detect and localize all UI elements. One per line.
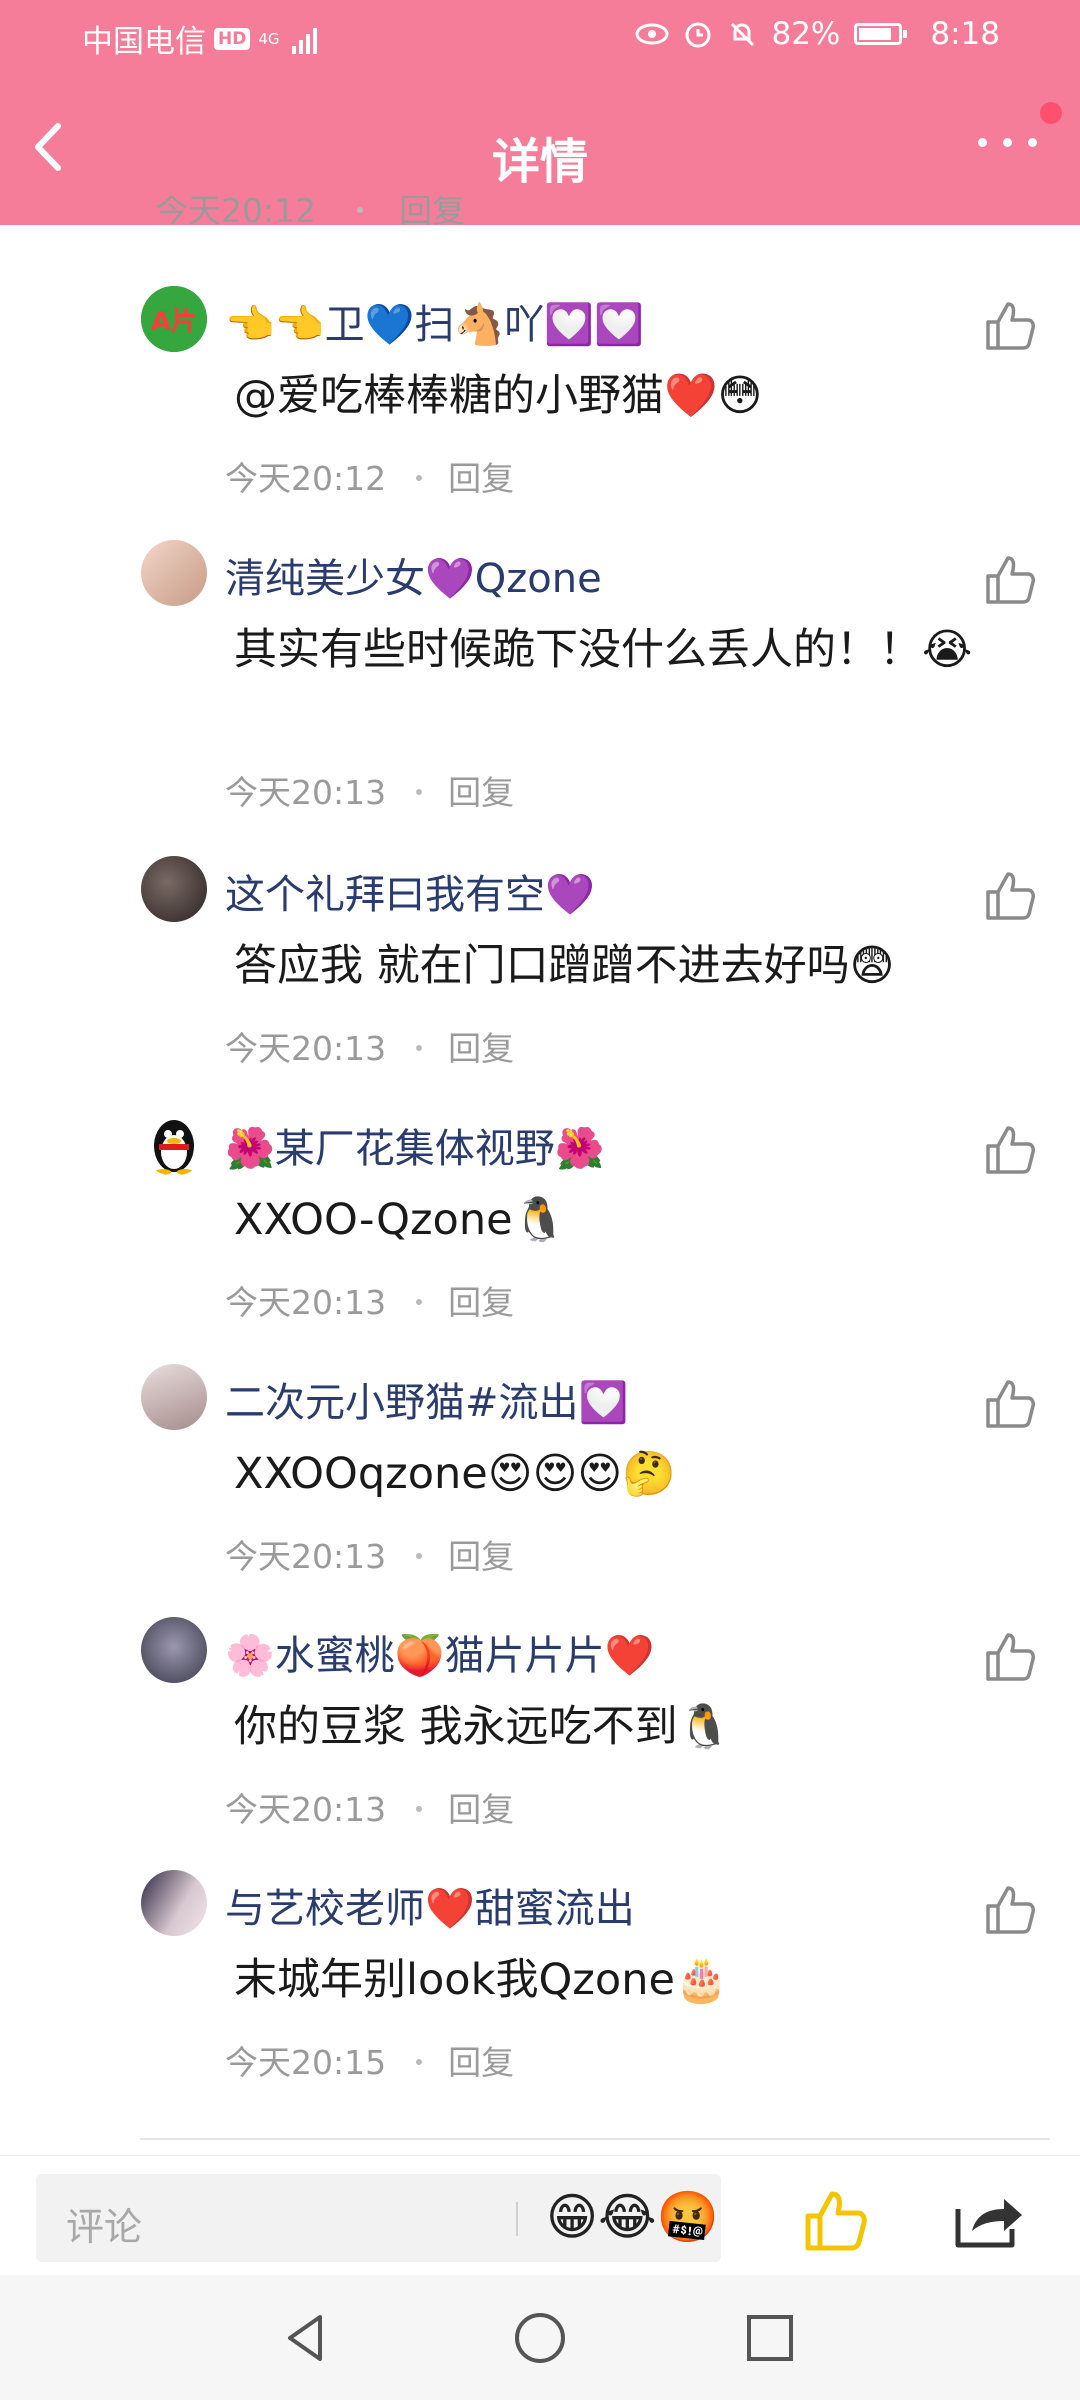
comment-author[interactable]: 与艺校老师❤️甜蜜流出 xyxy=(225,1876,635,1934)
comment-meta: 今天20:13 回复 xyxy=(225,1022,514,1070)
comment-author[interactable]: 这个礼拜曰我有空💜 xyxy=(225,862,595,920)
comment-time: 今天20:13 xyxy=(225,773,387,812)
thumbs-up-icon[interactable] xyxy=(800,2186,870,2256)
comment-meta: 今天20:12 回复 xyxy=(225,452,514,500)
comment-bar: 评论 😁😂🤬 xyxy=(0,2155,1080,2276)
separator-dot xyxy=(356,206,363,213)
comment-text: @爱吃棒棒糖的小野猫❤️😳 xyxy=(234,371,763,421)
share-icon[interactable] xyxy=(950,2191,1025,2251)
network-label: 4G xyxy=(258,29,280,48)
separator-dot xyxy=(416,1044,423,1051)
status-bar: 中国电信 HD 4G 82% 8:18 xyxy=(0,0,1080,72)
more-dot xyxy=(1028,138,1037,147)
divider xyxy=(140,2138,1050,2140)
status-left: 中国电信 HD 4G xyxy=(82,16,317,61)
comment-time: 今天20:12 xyxy=(155,196,317,225)
reply-link[interactable]: 回复 xyxy=(399,196,465,225)
alarm-icon xyxy=(685,22,711,48)
comment-input[interactable]: 评论 😁😂🤬 xyxy=(36,2174,721,2262)
triangle-back-icon[interactable] xyxy=(272,2303,342,2373)
avatar[interactable] xyxy=(141,1870,207,1936)
square-recents-icon[interactable] xyxy=(735,2303,805,2373)
comment-time: 今天20:13 xyxy=(225,1283,387,1322)
comment-text: XXOO-Qzone🐧 xyxy=(234,1195,567,1245)
comment-author[interactable]: 👈👈卫💙扫🐴吖💟💟 xyxy=(225,292,644,350)
comment-text: XXOOqzone😍😍😍🤔 xyxy=(234,1449,676,1499)
comment-author[interactable]: 二次元小野猫#流出💟 xyxy=(225,1370,628,1428)
thumbs-up-icon[interactable] xyxy=(980,866,1040,926)
reply-link[interactable]: 回复 xyxy=(448,1790,514,1829)
signal-icon xyxy=(291,24,317,54)
comment-time: 今天20:13 xyxy=(225,1029,387,1068)
reply-link[interactable]: 回复 xyxy=(448,2043,514,2082)
reply-link[interactable]: 回复 xyxy=(448,773,514,812)
comment-meta: 今天20:13 回复 xyxy=(225,1530,514,1578)
comment-time: 今天20:13 xyxy=(225,1790,387,1829)
emoji-button[interactable]: 😁😂🤬 xyxy=(546,2188,719,2247)
avatar[interactable] xyxy=(141,1364,207,1430)
thumbs-up-icon[interactable] xyxy=(980,550,1040,610)
comment-placeholder: 评论 xyxy=(66,2205,143,2249)
comment-time: 今天20:12 xyxy=(225,459,387,498)
reply-link[interactable]: 回复 xyxy=(448,1029,514,1068)
comment-meta: 今天20:15 回复 xyxy=(225,2036,514,2084)
penguin-icon xyxy=(154,1120,194,1175)
avatar[interactable]: A片 xyxy=(141,286,207,352)
previous-comment-meta: 今天20:12 回复 xyxy=(155,196,465,225)
separator-dot xyxy=(416,1552,423,1559)
thumbs-up-icon[interactable] xyxy=(980,296,1040,356)
input-separator xyxy=(516,2202,518,2236)
notification-dot xyxy=(1040,102,1062,124)
comment-author[interactable]: 🌺某厂花集体视野🌺 xyxy=(225,1116,605,1174)
reply-link[interactable]: 回复 xyxy=(448,1537,514,1576)
comment-meta: 今天20:13 回复 xyxy=(225,1276,514,1324)
mute-bell-icon xyxy=(731,22,755,47)
page-title: 详情 xyxy=(491,134,588,190)
separator-dot xyxy=(416,2058,423,2065)
system-nav-bar xyxy=(0,2275,1080,2400)
status-right: 82% 8:18 xyxy=(635,16,1000,52)
comment-text: 末城年别look我Qzone🎂 xyxy=(234,1955,729,2005)
reply-link[interactable]: 回复 xyxy=(448,1283,514,1322)
avatar[interactable] xyxy=(141,1110,207,1176)
battery-icon xyxy=(854,23,908,45)
comment-meta: 今天20:13 回复 xyxy=(225,766,514,814)
top-bar: 中国电信 HD 4G 82% 8:18 详情 xyxy=(0,0,1080,225)
more-dots-icon xyxy=(978,138,987,147)
thumbs-up-icon[interactable] xyxy=(980,1627,1040,1687)
thumbs-up-icon[interactable] xyxy=(980,1374,1040,1434)
hd-badge: HD xyxy=(214,27,251,50)
battery-percent: 82% xyxy=(771,16,841,52)
reply-link[interactable]: 回复 xyxy=(448,459,514,498)
comment-author[interactable]: 🌸水蜜桃🍑猫片片片❤️ xyxy=(225,1623,654,1681)
comment-meta: 今天20:13 回复 xyxy=(225,1783,514,1831)
separator-dot xyxy=(416,1298,423,1305)
thumbs-up-icon[interactable] xyxy=(980,1880,1040,1940)
comment-text: 其实有些时候跪下没什么丢人的！！😭 xyxy=(234,625,973,675)
more-dot xyxy=(1003,138,1012,147)
carrier-label: 中国电信 xyxy=(82,24,206,60)
comment-author[interactable]: 清纯美少女💜Qzone xyxy=(225,546,602,604)
comment-text: 答应我 就在门口蹭蹭不进去好吗😨 xyxy=(234,941,895,991)
avatar[interactable] xyxy=(141,856,207,922)
separator-dot xyxy=(416,788,423,795)
thumbs-up-icon[interactable] xyxy=(980,1120,1040,1180)
separator-dot xyxy=(416,474,423,481)
clock: 8:18 xyxy=(930,16,1000,52)
separator-dot xyxy=(416,1805,423,1812)
avatar[interactable] xyxy=(141,540,207,606)
comment-time: 今天20:13 xyxy=(225,1537,387,1576)
svg-text:A片: A片 xyxy=(151,307,197,337)
more-button[interactable] xyxy=(970,132,1050,162)
circle-home-icon[interactable] xyxy=(505,2303,575,2373)
eye-icon xyxy=(635,23,669,45)
comment-time: 今天20:15 xyxy=(225,2043,387,2082)
avatar-ap-icon: A片 xyxy=(141,286,207,352)
comment-text: 你的豆浆 我永远吃不到🐧 xyxy=(234,1702,732,1752)
avatar[interactable] xyxy=(141,1617,207,1683)
